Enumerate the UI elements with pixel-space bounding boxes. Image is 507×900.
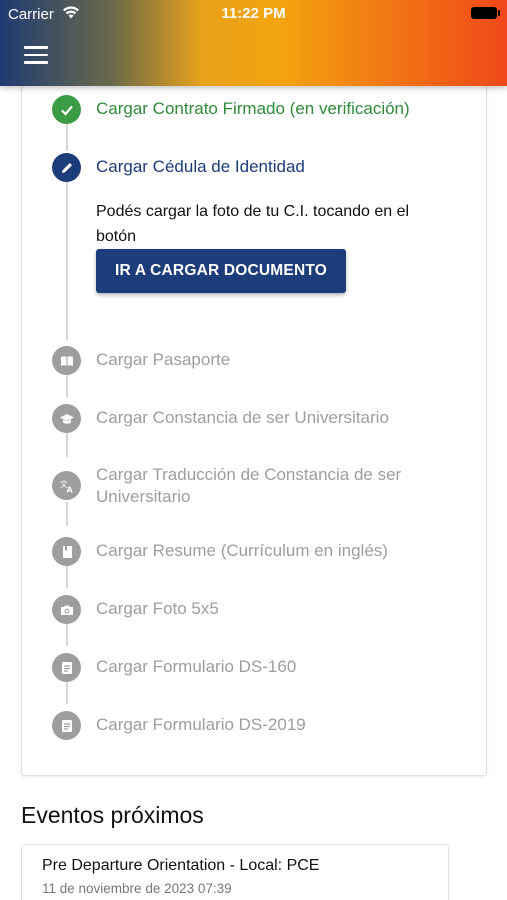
upcoming-events-title: Eventos próximos xyxy=(21,802,204,828)
step-connector xyxy=(66,566,68,588)
graduation-cap-icon xyxy=(52,404,81,433)
document-steps-card: Cargar Contrato Firmado (en verificación… xyxy=(21,60,487,776)
event-card[interactable]: Pre Departure Orientation - Local: PCE 1… xyxy=(21,844,449,900)
status-time: 11:22 PM xyxy=(221,5,286,22)
step-description: Podés cargar la foto de tu C.I. tocando … xyxy=(96,203,410,245)
translate-icon: 文A xyxy=(52,471,81,500)
step-connector xyxy=(66,123,68,151)
event-title: Pre Departure Orientation - Local: PCE xyxy=(42,857,320,874)
check-icon xyxy=(52,95,81,124)
pencil-icon xyxy=(52,153,81,182)
step-label: Cargar Formulario DS-160 xyxy=(96,657,297,676)
camera-icon xyxy=(52,595,81,624)
bookmark-book-icon xyxy=(52,537,81,566)
app-header: Carrier 11:22 PM xyxy=(0,0,507,86)
event-date: 11 de noviembre de 2023 07:39 xyxy=(42,881,232,896)
svg-text:A: A xyxy=(66,485,73,494)
step-connector xyxy=(66,682,68,704)
step-connector xyxy=(66,624,68,646)
book-icon xyxy=(52,346,81,375)
step-label: Cargar Foto 5x5 xyxy=(96,599,219,618)
step-label: Cargar Pasaporte xyxy=(96,350,231,369)
step-label: Cargar Traducción de Constancia de ser U… xyxy=(96,465,402,506)
step-connector xyxy=(66,433,68,457)
step-label: Cargar Constancia de ser Universitario xyxy=(96,408,389,427)
hamburger-menu-icon[interactable] xyxy=(24,46,48,64)
status-bar: Carrier 11:22 PM xyxy=(0,0,507,28)
battery-icon xyxy=(471,7,500,19)
upload-document-button[interactable]: IR A CARGAR DOCUMENTO xyxy=(96,249,346,293)
step-label: Cargar Formulario DS-2019 xyxy=(96,715,306,734)
step-label: Cargar Resume (Currículum en inglés) xyxy=(96,541,388,560)
step-connector xyxy=(66,375,68,397)
document-icon xyxy=(52,711,81,740)
step-label: Cargar Cédula de Identidad xyxy=(96,157,305,176)
document-icon xyxy=(52,653,81,682)
step-connector xyxy=(66,502,68,526)
step-label: Cargar Contrato Firmado (en verificación… xyxy=(96,99,410,118)
step-connector xyxy=(66,182,68,340)
